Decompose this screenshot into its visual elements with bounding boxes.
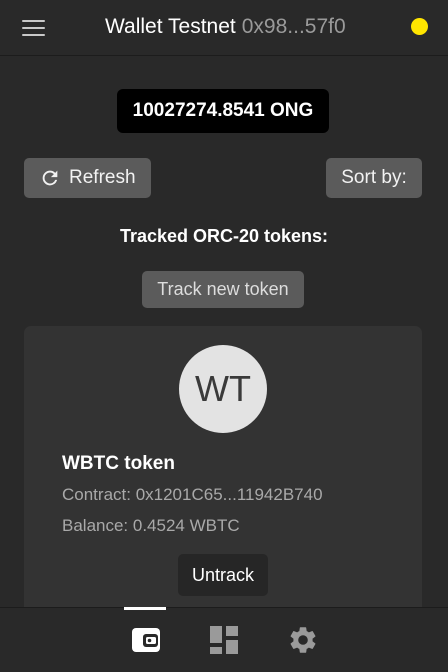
connection-status-indicator [411, 18, 428, 35]
app-header: Wallet Testnet 0x98...57f0 [0, 0, 448, 56]
wallet-address: 0x98...57f0 [241, 15, 346, 38]
token-contract: Contract: 0x1201C65...11942B740 [62, 485, 323, 504]
hamburger-menu-icon[interactable] [22, 18, 46, 36]
refresh-icon [42, 170, 58, 186]
wallet-title: Wallet Testnet 0x98...57f0 [105, 13, 346, 41]
refresh-button[interactable]: Refresh [24, 158, 151, 198]
nav-settings[interactable] [278, 608, 328, 672]
token-avatar: WT [179, 345, 267, 433]
nav-wallet[interactable] [121, 607, 171, 672]
refresh-label: Refresh [69, 167, 136, 188]
token-name: WBTC token [62, 453, 175, 474]
wallet-icon [132, 628, 160, 652]
bottom-nav [0, 607, 448, 672]
token-balance: Balance: 0.4524 WBTC [62, 516, 240, 535]
dashboard-icon [210, 626, 238, 654]
token-card: WT WBTC token Contract: 0x1201C65...1194… [24, 326, 422, 607]
track-new-token-button[interactable]: Track new token [142, 271, 304, 308]
untrack-button[interactable]: Untrack [178, 554, 268, 596]
network-name: Wallet Testnet [105, 15, 236, 38]
main-content: Balance 10027274.8541 ONG Refresh Sort b… [0, 0, 448, 607]
tracked-tokens-heading: Tracked ORC-20 tokens: [119, 226, 329, 246]
gear-icon [290, 627, 316, 653]
sort-by-button[interactable]: Sort by: [326, 158, 422, 198]
balance-amount: 10027274.8541 ONG [117, 89, 329, 133]
nav-dashboard[interactable] [199, 608, 249, 672]
